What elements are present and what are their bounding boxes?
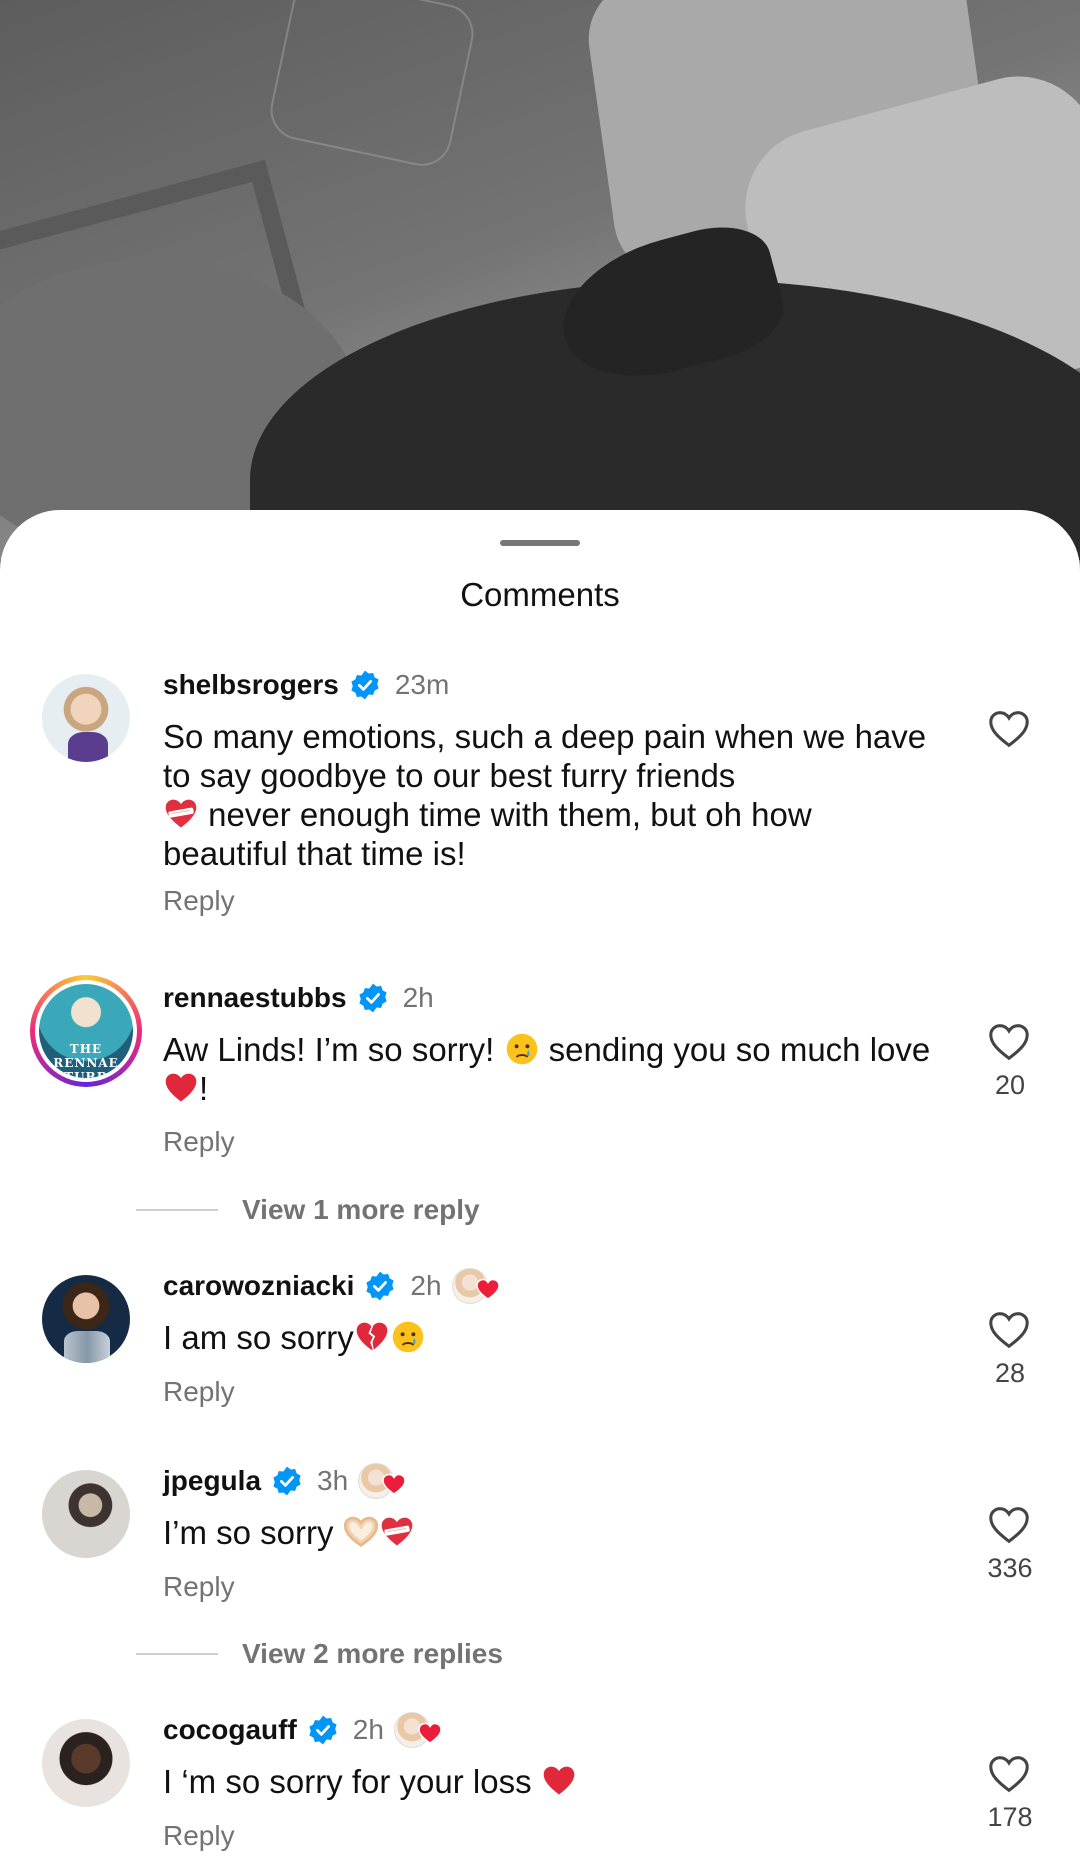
verified-badge-icon: [351, 670, 379, 700]
heart-like-icon[interactable]: [986, 1307, 1032, 1353]
broken-heart-emoji-icon: [356, 1322, 388, 1350]
comment-text: I am so sorry: [163, 1318, 943, 1357]
heart-like-icon[interactable]: [986, 706, 1032, 752]
photo-lamp: [264, 0, 480, 172]
thread-line: [136, 1209, 218, 1211]
creator-heart-icon: [475, 1278, 500, 1300]
view-more-replies[interactable]: View 1 more reply: [136, 1190, 480, 1230]
verified-badge-icon: [273, 1466, 301, 1496]
crying-face-emoji-icon: [506, 1033, 537, 1065]
reply-button[interactable]: Reply: [163, 1820, 235, 1852]
reply-button[interactable]: Reply: [163, 1376, 235, 1408]
avatar[interactable]: [42, 1275, 130, 1363]
reply-button[interactable]: Reply: [163, 885, 235, 917]
comment-username[interactable]: jpegula: [163, 1465, 261, 1497]
comment-time: 3h: [317, 1465, 349, 1496]
liked-by-creator-badge: [393, 1712, 448, 1748]
like-count: 178: [987, 1802, 1033, 1832]
avatar-podcast-text: THE RENNAE STUBBS TENNIS PODCAST: [53, 1042, 119, 1078]
reply-button[interactable]: Reply: [163, 1571, 235, 1603]
comment-time: 23m: [394, 669, 450, 700]
red-heart-emoji-icon: [543, 1766, 575, 1795]
heart-like-icon[interactable]: [986, 1502, 1032, 1548]
like-count: 28: [994, 1358, 1026, 1388]
avatar: THE RENNAE STUBBS TENNIS PODCAST: [39, 984, 133, 1078]
post-photo-background: [0, 0, 1080, 560]
comment-username[interactable]: shelbsrogers: [163, 669, 339, 701]
comment-header: rennaestubbs 2h: [163, 978, 434, 1018]
sheet-drag-handle[interactable]: [500, 540, 580, 546]
liked-by-creator-badge: [358, 1463, 412, 1499]
comment-username[interactable]: carowozniacki: [163, 1270, 354, 1302]
comment-text: I’m so sorry: [163, 1513, 943, 1552]
avatar[interactable]: [42, 1470, 130, 1558]
avatar[interactable]: [42, 1719, 130, 1807]
comment-header: carowozniacki 2h: [163, 1266, 506, 1306]
comment-header: cocogauff 2h: [163, 1710, 448, 1750]
thread-line: [136, 1653, 218, 1655]
heart-hands-emoji-icon: [343, 1516, 378, 1547]
mending-heart-emoji-icon: [165, 799, 197, 828]
creator-heart-icon: [382, 1473, 406, 1495]
comment-time: 2h: [352, 1714, 384, 1745]
mending-heart-emoji-icon: [381, 1517, 412, 1546]
comment-text: So many emotions, such a deep pain when …: [163, 718, 927, 872]
heart-like-icon[interactable]: [986, 1751, 1032, 1797]
comment-time: 2h: [410, 1270, 442, 1301]
view-more-replies[interactable]: View 2 more replies: [136, 1634, 503, 1674]
heart-like-icon[interactable]: [986, 1019, 1032, 1065]
comment-header: shelbsrogers 23m: [163, 665, 449, 705]
crying-face-emoji-icon: [392, 1321, 424, 1353]
comment-time: 2h: [402, 982, 434, 1013]
sheet-title: Comments: [460, 576, 620, 613]
avatar[interactable]: [42, 674, 130, 762]
comment-text: I ‘m so sorry for your loss: [163, 1762, 943, 1801]
verified-badge-icon: [366, 1271, 395, 1301]
creator-heart-icon: [418, 1722, 442, 1744]
reply-button[interactable]: Reply: [163, 1126, 235, 1158]
comment-username[interactable]: cocogauff: [163, 1714, 297, 1746]
comments-sheet: Comments shelbsrogers 23m So many emotio…: [0, 510, 1080, 1863]
comment-header: jpegula 3h: [163, 1461, 412, 1501]
like-count: 336: [987, 1553, 1033, 1583]
avatar-story-ring[interactable]: THE RENNAE STUBBS TENNIS PODCAST: [30, 975, 142, 1087]
verified-badge-icon: [309, 1715, 337, 1745]
liked-by-creator-badge: [451, 1268, 506, 1304]
red-heart-emoji-icon: [165, 1073, 197, 1102]
comment-text: Aw Linds! I’m so sorry! sending you so m…: [163, 1031, 931, 1107]
like-count: 20: [994, 1070, 1026, 1100]
comment-username[interactable]: rennaestubbs: [163, 982, 347, 1014]
verified-badge-icon: [359, 983, 387, 1013]
